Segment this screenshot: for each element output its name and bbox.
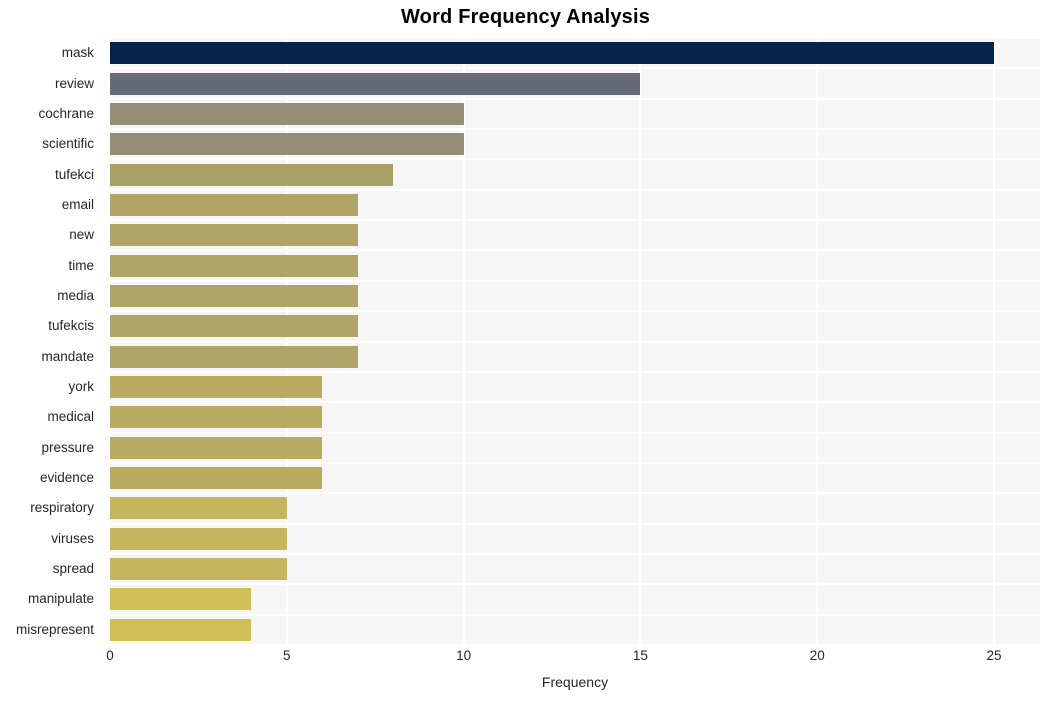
y-axis-label-tufekcis: tufekcis <box>48 318 94 333</box>
bar-tufekcis[interactable] <box>110 315 358 337</box>
y-axis-label-spread: spread <box>52 561 94 576</box>
gridline-y-0 <box>110 38 1040 39</box>
y-axis-label-evidence: evidence <box>39 470 94 485</box>
gridline-y-12 <box>110 401 1040 403</box>
y-axis-label-time: time <box>68 258 94 273</box>
gridline-y-1 <box>110 67 1040 69</box>
bar-cochrane[interactable] <box>110 103 464 125</box>
bar-respiratory[interactable] <box>110 497 287 519</box>
bar-scientific[interactable] <box>110 133 464 155</box>
x-axis-tick-0: 0 <box>106 648 114 663</box>
y-axis-label-review: review <box>54 76 94 91</box>
y-axis-label-medical: medical <box>47 409 94 424</box>
y-axis-labels: mask review cochrane scientific tufekci email… <box>0 38 102 645</box>
gridline-y-9 <box>110 310 1040 312</box>
bar-mandate[interactable] <box>110 346 358 368</box>
bar-pressure[interactable] <box>110 437 323 459</box>
gridline-y-11 <box>110 371 1040 373</box>
y-axis-label-scientific: scientific <box>42 136 94 151</box>
y-axis-label-manipulate: manipulate <box>27 591 94 606</box>
bar-tufekci[interactable] <box>110 164 393 186</box>
bar-review[interactable] <box>110 73 641 95</box>
y-axis-label-mandate: mandate <box>41 349 94 364</box>
bar-mask[interactable] <box>110 42 995 64</box>
gridline-y-17 <box>110 553 1040 555</box>
bar-york[interactable] <box>110 376 323 398</box>
x-axis-tick-labels: 0 5 10 15 20 25 <box>0 648 1051 670</box>
word-frequency-chart: Word Frequency Analysis mask review cochra… <box>0 0 1051 701</box>
gridline-x-15 <box>639 38 642 645</box>
bar-misrepresent[interactable] <box>110 619 252 641</box>
gridline-y-8 <box>110 280 1040 282</box>
gridline-y-13 <box>110 432 1040 434</box>
x-axis-tick-5: 5 <box>283 648 291 663</box>
gridline-y-20 <box>110 644 1040 645</box>
gridline-y-19 <box>110 614 1040 616</box>
x-axis-title: Frequency <box>541 674 609 690</box>
gridline-y-5 <box>110 189 1040 191</box>
y-axis-label-tufekci: tufekci <box>54 167 94 182</box>
bar-medical[interactable] <box>110 406 323 428</box>
gridline-y-3 <box>110 128 1040 130</box>
bar-spread[interactable] <box>110 558 287 580</box>
gridline-x-5 <box>285 38 288 645</box>
gridline-x-25 <box>993 38 996 645</box>
gridline-y-4 <box>110 158 1040 160</box>
x-axis-tick-25: 25 <box>986 648 1002 663</box>
bar-viruses[interactable] <box>110 528 287 550</box>
plot-area <box>110 38 1040 645</box>
gridline-x-0 <box>110 38 111 645</box>
y-axis-label-mask: mask <box>61 45 94 60</box>
bar-new[interactable] <box>110 224 358 246</box>
bar-manipulate[interactable] <box>110 588 252 610</box>
gridline-y-10 <box>110 341 1040 343</box>
gridline-y-6 <box>110 219 1040 221</box>
y-axis-label-misrepresent: misrepresent <box>15 622 94 637</box>
gridline-y-2 <box>110 98 1040 100</box>
gridline-y-16 <box>110 523 1040 525</box>
y-axis-label-viruses: viruses <box>51 531 94 546</box>
bar-evidence[interactable] <box>110 467 323 489</box>
x-axis-tick-10: 10 <box>456 648 472 663</box>
gridline-y-14 <box>110 462 1040 464</box>
y-axis-label-media: media <box>57 288 94 303</box>
y-axis-label-new: new <box>69 227 94 242</box>
x-axis-tick-20: 20 <box>809 648 825 663</box>
y-axis-label-cochrane: cochrane <box>38 106 94 121</box>
y-axis-label-york: york <box>68 379 94 394</box>
bar-email[interactable] <box>110 194 358 216</box>
gridline-y-18 <box>110 583 1040 585</box>
gridline-x-10 <box>462 38 465 645</box>
bar-media[interactable] <box>110 285 358 307</box>
chart-title: Word Frequency Analysis <box>400 6 651 28</box>
x-axis-tick-15: 15 <box>632 648 648 663</box>
bar-time[interactable] <box>110 255 358 277</box>
gridline-y-7 <box>110 249 1040 251</box>
y-axis-label-email: email <box>61 197 94 212</box>
gridline-y-15 <box>110 492 1040 494</box>
y-axis-label-respiratory: respiratory <box>30 500 94 515</box>
gridline-x-20 <box>816 38 819 645</box>
y-axis-label-pressure: pressure <box>41 440 94 455</box>
